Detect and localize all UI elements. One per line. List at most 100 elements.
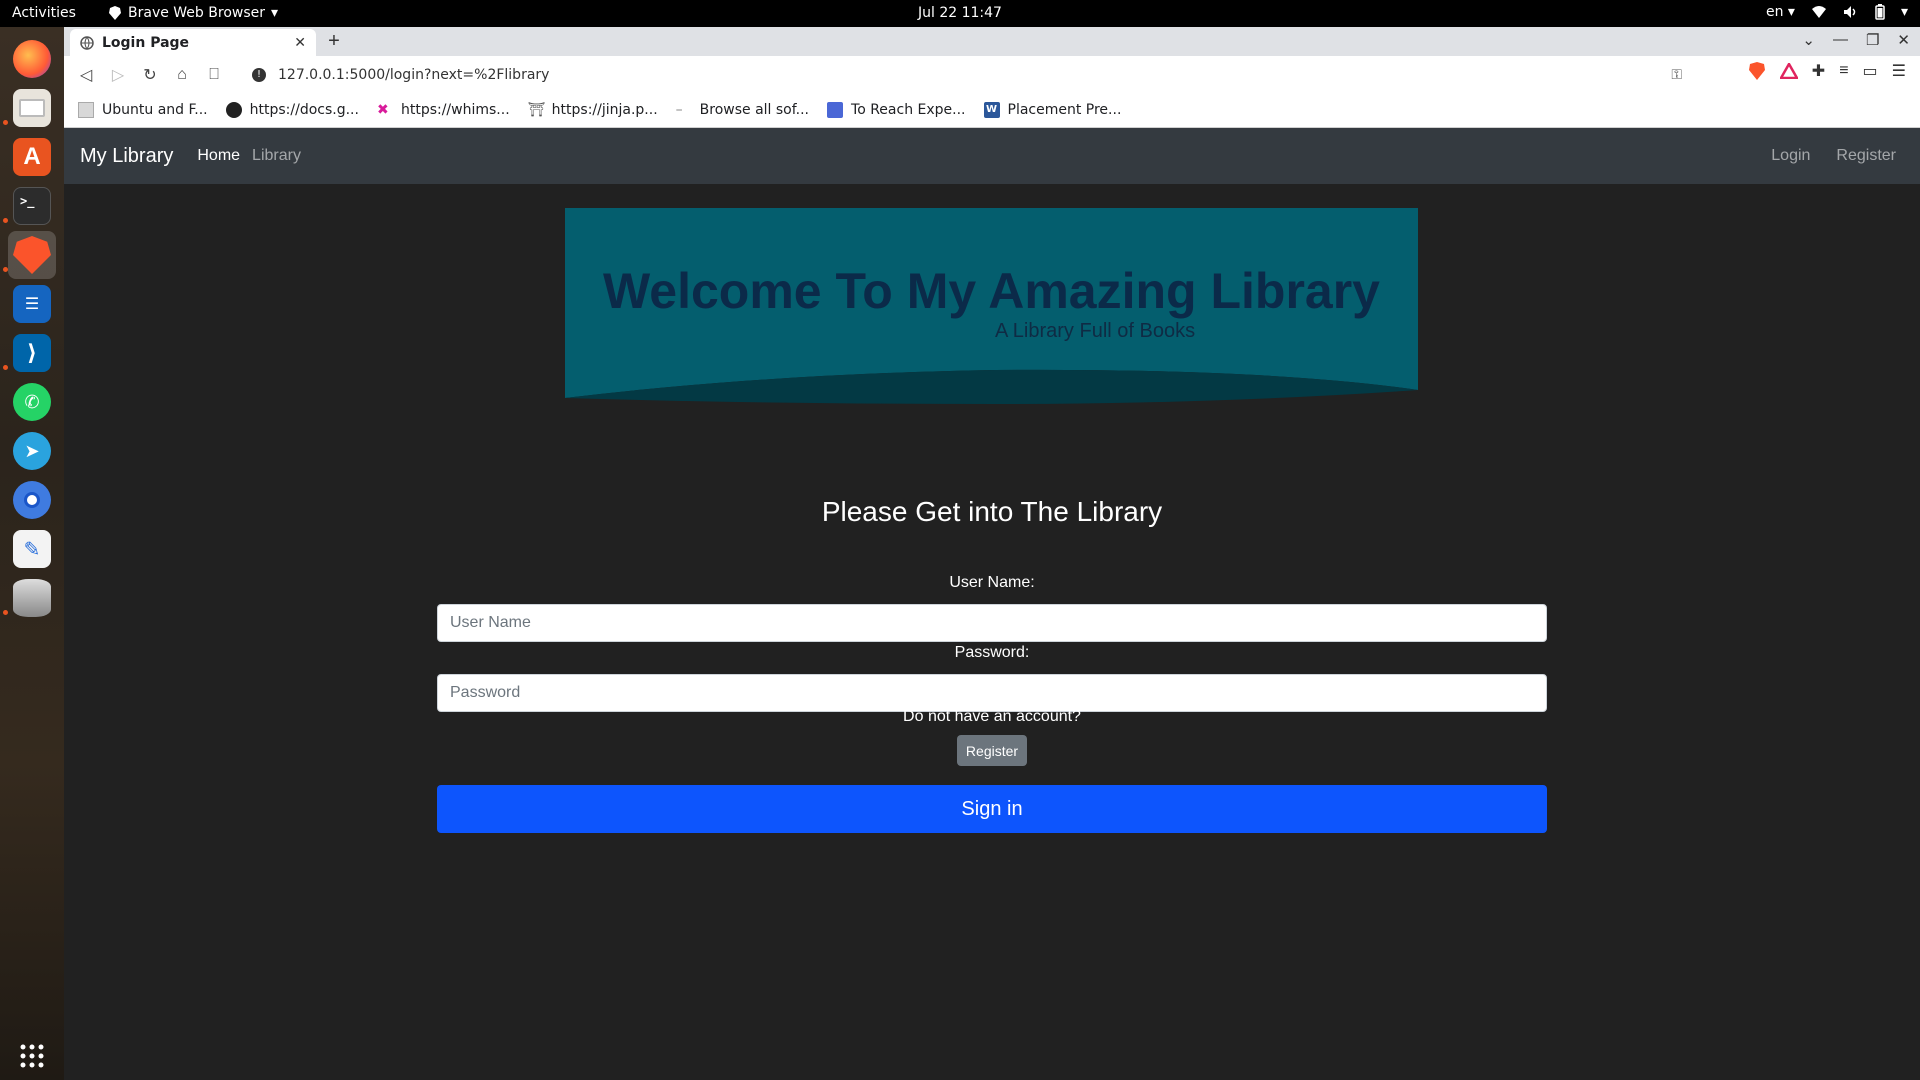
browser-window: Login Page ✕ + ⌄ — ❐ ✕ ◁ ▷ ↻ ⌂ ⎕ ! 127.0… [64, 27, 1920, 1080]
battery-icon [1875, 4, 1885, 20]
forward-icon[interactable]: ▷ [102, 59, 134, 91]
dock-firefox[interactable] [8, 35, 56, 83]
app-menu[interactable]: Brave Web Browser ▾ [108, 5, 278, 21]
wifi-icon [1811, 6, 1826, 18]
nav-register[interactable]: Register [1836, 147, 1896, 165]
folder-icon [78, 102, 94, 118]
dock: A >_ ☰ ⟩ ✆ ➤ ✎ [0, 27, 64, 1080]
running-indicator [3, 218, 8, 223]
close-icon[interactable]: ✕ [294, 35, 306, 51]
bookmark-item[interactable]: Ubuntu and F... [78, 102, 208, 118]
dock-whatsapp[interactable]: ✆ [8, 378, 56, 426]
brave-rewards-icon[interactable] [1779, 63, 1798, 79]
restore-icon[interactable]: ❐ [1866, 31, 1879, 49]
dock-terminal[interactable]: >_ [8, 182, 56, 230]
dock-brave[interactable] [8, 231, 56, 279]
globe-icon [80, 35, 94, 50]
close-window-icon[interactable]: ✕ [1897, 31, 1910, 49]
bookmark-label: To Reach Expe... [851, 102, 966, 118]
sign-in-button[interactable]: Sign in [437, 785, 1547, 833]
username-input[interactable] [437, 604, 1547, 642]
bookmark-label: Ubuntu and F... [102, 102, 208, 118]
github-icon [225, 102, 242, 118]
software-icon: – [675, 102, 683, 118]
menu-icon[interactable]: ☰ [1892, 61, 1906, 81]
password-label: Password: [954, 644, 1030, 661]
nav-login[interactable]: Login [1771, 147, 1810, 165]
bookmark-item[interactable]: ✖ https://whims... [377, 102, 510, 118]
bookmark-item[interactable]: – Browse all sof... [676, 102, 809, 118]
tab-title: Login Page [102, 34, 190, 51]
clock[interactable]: Jul 22 11:47 [918, 5, 1002, 21]
bookmark-item[interactable]: https://docs.g... [225, 102, 359, 118]
dock-software[interactable]: A [8, 133, 56, 181]
tab-search-icon[interactable]: ⌄ [1802, 31, 1815, 49]
dock-chromium[interactable] [8, 476, 56, 524]
brave-icon [13, 236, 51, 274]
address-bar[interactable]: ! 127.0.0.1:5000/login?next=%2Flibrary ⚿ [240, 59, 1694, 90]
register-button[interactable]: Register [957, 735, 1027, 766]
bookmark-label: https://docs.g... [249, 102, 359, 118]
extensions-icon[interactable]: ✚ [1812, 61, 1825, 81]
text-editor-icon: ✎ [13, 530, 51, 568]
bookmark-item[interactable]: ⛩ https://jinja.p... [528, 102, 658, 118]
terminal-icon: >_ [13, 187, 51, 225]
dock-files[interactable] [8, 84, 56, 132]
extension-icons: ✚ ≡ ▭ ☰ [1748, 61, 1906, 81]
info-icon[interactable]: ! [252, 67, 266, 82]
language-indicator[interactable]: en ▾ [1766, 4, 1795, 20]
dock-telegram[interactable]: ➤ [8, 427, 56, 475]
whimsical-icon: ✖ [376, 102, 389, 118]
back-icon[interactable]: ◁ [70, 59, 102, 91]
language-label: en [1765, 4, 1784, 20]
bookmark-icon[interactable]: ⎕ [198, 59, 230, 91]
nav-home[interactable]: Home [197, 147, 240, 165]
whatsapp-icon: ✆ [13, 383, 51, 421]
show-apps-button[interactable] [8, 1032, 56, 1080]
system-top-bar: Activities Brave Web Browser ▾ Jul 22 11… [0, 0, 1920, 27]
running-indicator [3, 610, 8, 615]
tab-login-page[interactable]: Login Page ✕ [70, 29, 316, 56]
browser-toolbar: ◁ ▷ ↻ ⌂ ⎕ ! 127.0.0.1:5000/login?next=%2… [64, 56, 1920, 93]
running-indicator [3, 120, 8, 125]
playlist-icon[interactable]: ≡ [1839, 62, 1848, 80]
password-input[interactable] [437, 674, 1547, 712]
hero-subtitle: A Library Full of Books [995, 320, 1196, 342]
chromium-icon [13, 481, 51, 519]
dock-text-editor[interactable]: ✎ [8, 525, 56, 573]
minimize-icon[interactable]: — [1833, 31, 1848, 49]
hero-title: Welcome To My Amazing Library [602, 263, 1380, 319]
bookmark-item[interactable]: To Reach Expe... [827, 102, 966, 118]
web-page: My Library Home Library Login Register W… [64, 128, 1920, 1080]
bookmark-item[interactable]: W Placement Pre... [983, 102, 1121, 118]
home-icon[interactable]: ⌂ [166, 59, 198, 91]
nav-library[interactable]: Library [252, 147, 301, 165]
no-account-text: Do not have an account? [903, 708, 1081, 725]
new-tab-button[interactable]: + [322, 31, 346, 53]
activities-button[interactable]: Activities [12, 5, 76, 21]
key-icon[interactable]: ⚿ [1671, 67, 1682, 83]
running-indicator [3, 267, 8, 272]
firefox-icon [13, 40, 51, 78]
reload-icon[interactable]: ↻ [134, 59, 166, 91]
writer-icon: ☰ [13, 285, 51, 323]
site-navbar: My Library Home Library Login Register [64, 128, 1920, 184]
username-label: User Name: [949, 574, 1035, 591]
dock-writer[interactable]: ☰ [8, 280, 56, 328]
brave-shields-icon[interactable] [1748, 61, 1766, 81]
database-icon [13, 579, 51, 617]
chevron-down-icon: ▾ [271, 5, 279, 21]
dock-vscode[interactable]: ⟩ [8, 329, 56, 377]
navbar-brand[interactable]: My Library [80, 145, 173, 168]
tab-strip: Login Page ✕ + ⌄ — ❐ ✕ [64, 27, 1920, 56]
dock-database[interactable] [8, 574, 56, 622]
login-heading: Please Get into The Library [821, 496, 1163, 527]
word-icon: W [983, 102, 1000, 118]
jinja-icon: ⛩ [527, 102, 546, 118]
bookmarks-bar: Ubuntu and F... https://docs.g... ✖ https… [64, 93, 1920, 128]
system-tray[interactable]: en ▾ ▾ [1766, 4, 1908, 20]
bookmark-label: Browse all sof... [699, 102, 810, 118]
brave-lion-icon [109, 6, 121, 20]
wallet-icon[interactable]: ▭ [1863, 61, 1878, 81]
grid-icon [20, 1044, 44, 1068]
